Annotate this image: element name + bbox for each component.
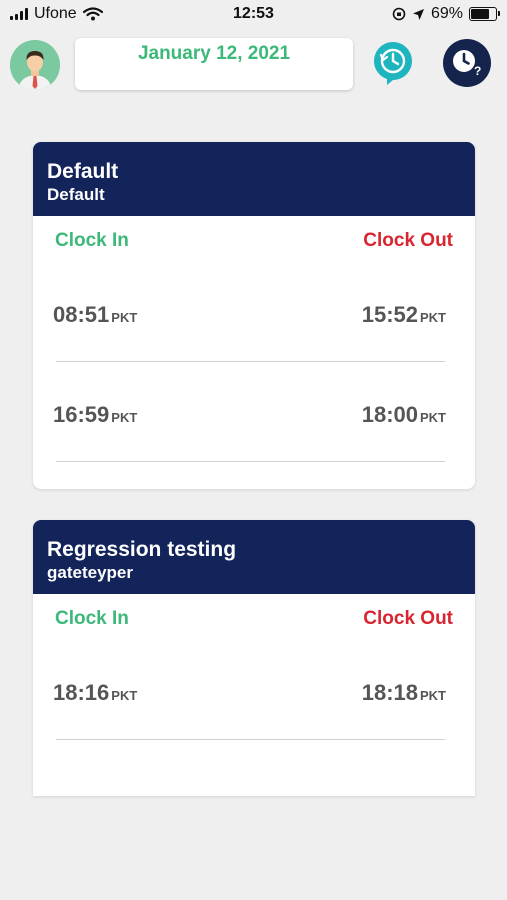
clock-out-time: 18:00 PKT: [361, 402, 446, 427]
clock-out-label: Clock Out: [363, 608, 453, 629]
row-divider: [56, 739, 445, 740]
orientation-lock-icon: [392, 7, 406, 21]
card-subtitle: Default: [47, 185, 105, 204]
clock-out-label: Clock Out: [363, 230, 453, 251]
clock-out-time: 18:18 PKT: [361, 680, 446, 705]
avatar-illustration: [10, 40, 60, 90]
clock-question-icon: ?: [453, 50, 481, 78]
clock-out-time: 15:52 PKT: [361, 302, 446, 327]
card-header: Default Default: [33, 142, 475, 216]
time-entry-row: 16:59 PKT 18:00 PKT: [33, 362, 475, 462]
user-avatar[interactable]: [10, 40, 60, 90]
battery-level: [471, 9, 489, 19]
clock-in-time: 16:59 PKT: [53, 402, 138, 427]
battery-icon: [469, 7, 500, 21]
card-subtitle: gateteyper: [47, 563, 133, 582]
location-arrow-icon: [412, 8, 424, 20]
time-entry-row: 08:51 PKT 15:52 PKT: [33, 262, 475, 362]
column-labels: Clock In Clock Out: [33, 216, 475, 262]
clock-history-icon: [374, 42, 412, 85]
svg-text:?: ?: [474, 64, 481, 78]
clock-in-label: Clock In: [55, 608, 129, 629]
date-display[interactable]: January 12, 2021: [75, 38, 353, 90]
clock-history-button[interactable]: [372, 40, 414, 86]
column-labels: Clock In Clock Out: [33, 594, 475, 640]
card-title: Default: [47, 160, 119, 183]
battery-percent: 69%: [430, 5, 463, 22]
time-entry-row: 18:16 PKT 18:18 PKT: [33, 640, 475, 740]
clock-help-button[interactable]: ?: [443, 39, 491, 87]
status-bar: Ufone 12:53 69%: [0, 0, 507, 30]
shift-card: Regression testing gateteyper Clock In C…: [33, 520, 475, 796]
clock-in-label: Clock In: [55, 230, 129, 251]
card-header: Regression testing gateteyper: [33, 520, 475, 594]
clock-in-time: 08:51 PKT: [53, 302, 138, 327]
status-right: 69%: [392, 5, 500, 23]
clock-in-time: 18:16 PKT: [53, 680, 138, 705]
shift-card: Default Default Clock In Clock Out 08:51…: [33, 142, 475, 489]
card-title: Regression testing: [47, 538, 237, 561]
row-divider: [56, 461, 445, 462]
